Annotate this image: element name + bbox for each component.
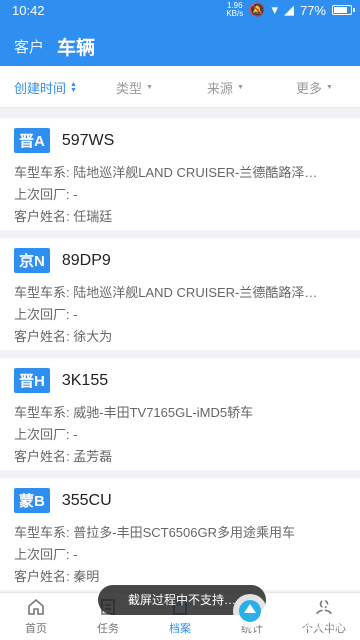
filter-type[interactable]: 类型 ▼: [116, 78, 153, 97]
vehicle-model: 车型车系: 陆地巡洋舰LAND CRUISER-兰德酷路泽…: [14, 162, 344, 181]
customer-name: 客户姓名: 秦明: [14, 566, 344, 585]
plate-number: 3K155: [61, 371, 109, 389]
vehicle-card[interactable]: 蒙B 355CU 车型车系: 普拉多-丰田SCT6506GR多用途乘用车 上次回…: [0, 478, 360, 590]
plate-region-badge: 京N: [14, 248, 50, 273]
watermark-emblem-icon: [233, 594, 267, 628]
status-icons: 1.96 KB/s 🔕 ▾ ◢ 77%: [226, 1, 355, 18]
last-visit: 上次回厂: -: [14, 184, 344, 203]
watermark-logo: 飞翔下载 www.fxxz.com: [228, 585, 360, 640]
filter-more[interactable]: 更多 ▼: [296, 78, 333, 97]
field-label: 客户姓名:: [14, 569, 70, 584]
vehicle-model: 车型车系: 普拉多-丰田SCT6506GR多用途乘用车: [14, 522, 344, 541]
field-value: 任瑞廷: [73, 209, 113, 224]
tab-label: 任务: [97, 623, 119, 635]
field-value: -: [73, 187, 78, 202]
tab-home[interactable]: 首页: [6, 597, 66, 636]
field-value: 孟芳磊: [73, 449, 113, 464]
field-value: 普拉多-丰田SCT6506GR多用途乘用车: [73, 525, 295, 540]
vehicle-list: 晋A 597WS 车型车系: 陆地巡洋舰LAND CRUISER-兰德酷路泽… …: [0, 118, 360, 598]
tab-vehicle[interactable]: 车辆: [57, 33, 95, 60]
dropdown-icon: ▼: [326, 84, 333, 91]
filter-created-time[interactable]: 创建时间 ▲ ▼: [14, 78, 77, 97]
plate-region-badge: 蒙B: [14, 488, 50, 513]
field-value: 陆地巡洋舰LAND CRUISER-兰德酷路泽…: [73, 165, 318, 180]
field-label: 客户姓名:: [14, 449, 70, 464]
field-label: 上次回厂:: [14, 187, 70, 202]
customer-name: 客户姓名: 孟芳磊: [14, 446, 344, 465]
field-label: 客户姓名:: [14, 329, 70, 344]
filter-label: 类型: [116, 81, 143, 96]
plate-number: 89DP9: [61, 251, 111, 269]
customer-name: 客户姓名: 徐大为: [14, 326, 344, 345]
network-speed: 1.96 KB/s: [226, 1, 244, 18]
wifi-icon: ▾: [271, 2, 278, 17]
field-label: 上次回厂:: [14, 547, 70, 562]
vehicle-card[interactable]: 晋A 597WS 车型车系: 陆地巡洋舰LAND CRUISER-兰德酷路泽… …: [0, 118, 360, 230]
field-label: 客户姓名:: [14, 209, 70, 224]
field-value: -: [73, 307, 78, 322]
mute-icon: 🔕: [249, 2, 266, 17]
tab-label: 档案: [169, 623, 191, 635]
field-label: 车型车系:: [14, 525, 70, 540]
plate-row: 晋A 597WS: [14, 128, 114, 153]
battery-icon: [332, 5, 355, 15]
filter-label: 来源: [207, 81, 234, 96]
filter-label: 创建时间: [14, 81, 67, 96]
plate-row: 晋H 3K155: [14, 368, 108, 393]
watermark-title: 飞翔下载: [272, 597, 356, 619]
status-time: 10:42: [12, 3, 45, 18]
tab-customer[interactable]: 客户: [14, 36, 44, 57]
filter-label: 更多: [296, 81, 323, 96]
vehicle-model: 车型车系: 威驰-丰田TV7165GL-iMD5轿车: [14, 402, 344, 421]
field-value: -: [73, 547, 78, 562]
last-visit: 上次回厂: -: [14, 424, 344, 443]
top-nav: 客户 车辆: [0, 22, 360, 66]
plate-region-badge: 晋A: [14, 128, 50, 153]
customer-name: 客户姓名: 任瑞廷: [14, 206, 344, 225]
field-label: 车型车系:: [14, 165, 70, 180]
last-visit: 上次回厂: -: [14, 304, 344, 323]
field-label: 上次回厂:: [14, 427, 70, 442]
status-bar: 10:42 1.96 KB/s 🔕 ▾ ◢ 77%: [0, 0, 360, 22]
field-value: 徐大为: [73, 329, 113, 344]
vehicle-model: 车型车系: 陆地巡洋舰LAND CRUISER-兰德酷路泽…: [14, 282, 344, 301]
watermark-url: www.fxxz.com: [280, 621, 344, 632]
tab-label: 首页: [25, 623, 47, 635]
plate-row: 蒙B 355CU: [14, 488, 112, 513]
filter-source[interactable]: 来源 ▼: [207, 78, 244, 97]
field-value: -: [73, 427, 78, 442]
plate-region-badge: 晋H: [14, 368, 50, 393]
field-value: 秦明: [73, 569, 100, 584]
vehicle-card[interactable]: 晋H 3K155 车型车系: 威驰-丰田TV7165GL-iMD5轿车 上次回厂…: [0, 358, 360, 470]
signal-icon: ◢: [283, 2, 294, 17]
last-visit: 上次回厂: -: [14, 544, 344, 563]
plate-row: 京N 89DP9: [14, 248, 111, 273]
battery-percent: 77%: [299, 2, 326, 18]
dropdown-icon: ▼: [146, 84, 153, 91]
vehicle-card[interactable]: 京N 89DP9 车型车系: 陆地巡洋舰LAND CRUISER-兰德酷路泽… …: [0, 238, 360, 350]
field-value: 威驰-丰田TV7165GL-iMD5轿车: [73, 405, 254, 420]
field-label: 上次回厂:: [14, 307, 70, 322]
plate-number: 355CU: [61, 491, 112, 509]
home-icon: [28, 598, 44, 615]
plate-number: 597WS: [61, 131, 115, 149]
filter-bar: 创建时间 ▲ ▼ 类型 ▼ 来源 ▼ 更多 ▼: [0, 66, 360, 108]
dropdown-icon: ▼: [237, 84, 244, 91]
field-value: 陆地巡洋舰LAND CRUISER-兰德酷路泽…: [73, 285, 318, 300]
field-label: 车型车系:: [14, 405, 70, 420]
sort-caret-icon: ▲ ▼: [70, 80, 77, 94]
field-label: 车型车系:: [14, 285, 70, 300]
